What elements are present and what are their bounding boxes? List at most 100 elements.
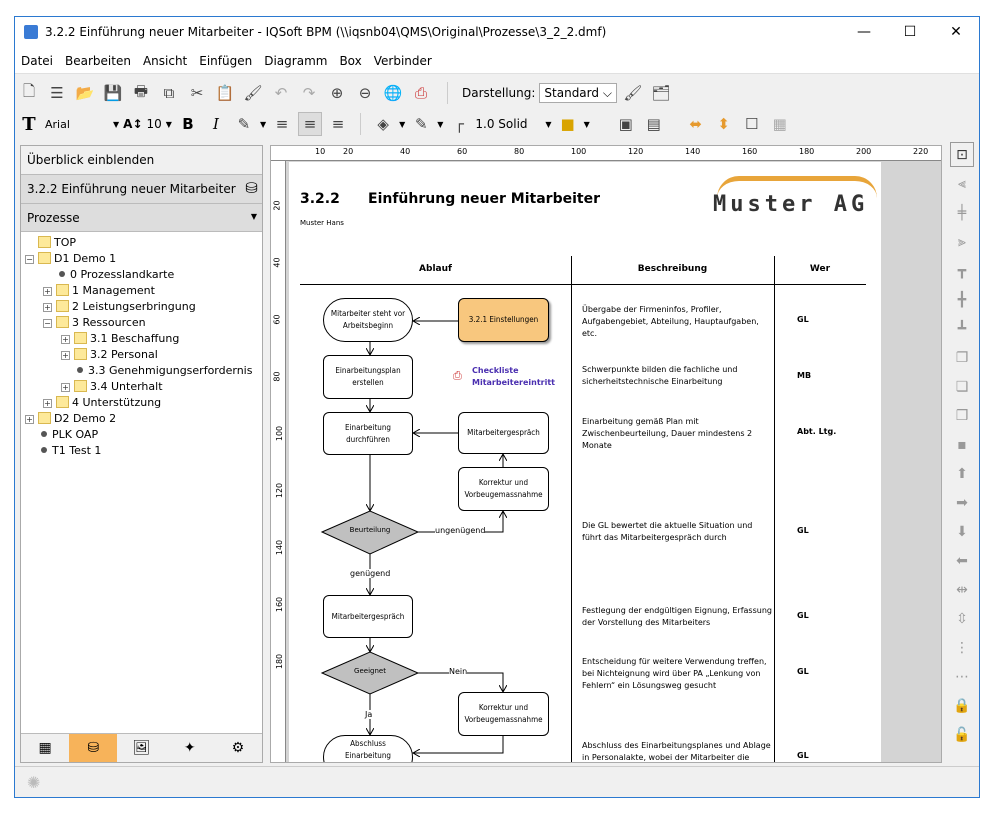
tab-modules-icon[interactable]: ▦ bbox=[21, 734, 69, 762]
fit-page-icon[interactable]: ⊡ bbox=[950, 142, 974, 167]
maximize-button[interactable]: ☐ bbox=[887, 17, 933, 48]
arrow-right-icon[interactable]: ➡ bbox=[950, 490, 974, 515]
expand-toggle[interactable]: + bbox=[25, 415, 34, 424]
expand-toggle[interactable]: + bbox=[61, 383, 70, 392]
brush-icon[interactable]: 🖌 bbox=[621, 81, 645, 105]
copy-icon[interactable]: ⧉ bbox=[157, 81, 181, 105]
list-icon[interactable]: ☰ bbox=[45, 81, 69, 105]
menu-einfuegen[interactable]: Einfügen bbox=[193, 48, 258, 74]
print-icon[interactable]: 🖶 bbox=[129, 81, 153, 105]
shadow-icon[interactable]: ■ bbox=[556, 112, 580, 136]
globe-icon[interactable]: 🌐 bbox=[381, 81, 405, 105]
distribute-horizontal-icon[interactable]: ⇹ bbox=[950, 577, 974, 602]
close-button[interactable]: ✕ bbox=[933, 17, 979, 48]
tree-item[interactable]: − D1 Demo 1 bbox=[25, 251, 258, 267]
send-back-icon[interactable]: ❏ bbox=[950, 374, 974, 399]
tab-database-icon[interactable]: ⛁ bbox=[69, 734, 118, 762]
menu-diagramm[interactable]: Diagramm bbox=[258, 48, 333, 74]
align-left-edge-icon[interactable]: ⫷ bbox=[950, 171, 974, 196]
expand-toggle[interactable]: + bbox=[61, 335, 70, 344]
category-dropdown[interactable]: Prozesse ▼ bbox=[21, 204, 262, 232]
cut-icon[interactable]: ✂ bbox=[185, 81, 209, 105]
minimize-button[interactable]: — bbox=[841, 17, 887, 48]
task-korrektur[interactable]: Korrektur und Vorbeugemassnahme bbox=[458, 467, 549, 511]
tab-sparkle-icon[interactable]: ✦ bbox=[166, 734, 214, 762]
tree-item[interactable]: TOP bbox=[25, 235, 258, 251]
fill-color-icon[interactable]: ◈ bbox=[371, 112, 395, 136]
tree-item[interactable]: +3.4 Unterhalt bbox=[25, 379, 258, 395]
open-folder-icon[interactable]: 📂 bbox=[73, 81, 97, 105]
task-korrektur-2[interactable]: Korrektur und Vorbeugemassnahme bbox=[458, 692, 549, 736]
end-event[interactable]: Abschluss Einarbeitung bbox=[323, 735, 413, 762]
expand-toggle[interactable]: + bbox=[61, 351, 70, 360]
align-top-icon[interactable]: ┳ bbox=[950, 258, 974, 283]
tree-item[interactable]: +2 Leistungserbringung bbox=[25, 299, 258, 315]
space-vertical-icon[interactable]: ⋮ bbox=[950, 635, 974, 660]
align-right-edge-icon[interactable]: ⫸ bbox=[950, 229, 974, 254]
database-sync-icon[interactable]: ⛁ bbox=[245, 179, 258, 197]
line-style-select[interactable]: 1.0 Solid bbox=[475, 117, 541, 131]
save-icon[interactable]: 💾 bbox=[101, 81, 125, 105]
tree-item[interactable]: +3.2 Personal bbox=[25, 347, 258, 363]
format-brush-icon[interactable]: 🖌 bbox=[241, 81, 265, 105]
menu-box[interactable]: Box bbox=[333, 48, 367, 74]
screenshot-icon[interactable]: ▤ bbox=[642, 112, 666, 136]
align-right-icon[interactable]: ≡ bbox=[326, 112, 350, 136]
arrow-left-icon[interactable]: ⬅ bbox=[950, 548, 974, 573]
new-icon[interactable]: 🗋 bbox=[17, 81, 41, 105]
arrow-up-icon[interactable]: ⬆ bbox=[950, 461, 974, 486]
tree-item[interactable]: 0 Prozesslandkarte bbox=[25, 267, 258, 283]
darstellung-select[interactable]: Standard ⌵ bbox=[539, 83, 617, 103]
font-size-select[interactable]: 10 bbox=[147, 117, 162, 131]
align-middle-icon[interactable]: ╋ bbox=[950, 287, 974, 312]
zoom-out-icon[interactable]: ⊖ bbox=[353, 81, 377, 105]
process-link-einstellungen[interactable]: 3.2.1 Einstellungen bbox=[458, 298, 549, 342]
arrow-down-icon[interactable]: ⬇ bbox=[950, 519, 974, 544]
unlock-icon[interactable]: 🔓 bbox=[950, 722, 974, 747]
layer-icon[interactable]: ▪ bbox=[950, 432, 974, 457]
checklist-link[interactable]: Checkliste Mitarbeitereintritt bbox=[472, 365, 562, 389]
line-color-icon[interactable]: ✎ bbox=[409, 112, 433, 136]
stack-icon[interactable]: ❒ bbox=[950, 403, 974, 428]
expand-toggle[interactable]: + bbox=[43, 303, 52, 312]
paste-icon[interactable]: 📋 bbox=[213, 81, 237, 105]
tab-image-icon[interactable]: 🖼 bbox=[117, 734, 165, 762]
redo-icon[interactable]: ↷ bbox=[297, 81, 321, 105]
image-folder-icon[interactable]: 🗂 bbox=[649, 81, 673, 105]
align-center-icon[interactable]: ≡ bbox=[298, 112, 323, 136]
diagram-canvas[interactable]: 10 20 40 60 80 100 120 140 160 180 200 220 20 40 60 80… bbox=[270, 145, 942, 763]
tab-settings-icon[interactable]: ⚙ bbox=[214, 734, 262, 762]
distribute-vertical-icon[interactable]: ⇳ bbox=[950, 606, 974, 631]
tree-item[interactable]: PLK OAP bbox=[25, 427, 258, 443]
start-event[interactable]: Mitarbeiter steht vor Arbeitsbeginn bbox=[323, 298, 413, 342]
bold-button[interactable]: B bbox=[176, 112, 200, 136]
image-icon[interactable]: ▣ bbox=[614, 112, 638, 136]
tree-item[interactable]: +4 Unterstützung bbox=[25, 395, 258, 411]
align-bottom-icon[interactable]: ┻ bbox=[950, 316, 974, 341]
tree-item[interactable]: T1 Test 1 bbox=[25, 443, 258, 459]
task-gespraech-final[interactable]: Mitarbeitergespräch bbox=[323, 595, 413, 638]
expand-toggle[interactable]: + bbox=[43, 287, 52, 296]
tree-item[interactable]: − 3 Ressourcen bbox=[25, 315, 258, 331]
italic-button[interactable]: I bbox=[204, 112, 228, 136]
expand-toggle[interactable]: − bbox=[43, 319, 52, 328]
expand-toggle[interactable]: − bbox=[25, 255, 34, 264]
align-center-icon[interactable]: ╪ bbox=[950, 200, 974, 225]
task-gespraech[interactable]: Mitarbeitergespräch bbox=[458, 412, 549, 454]
tree-item[interactable]: 3.3 Genehmigungserfordernis bbox=[25, 363, 258, 379]
space-horizontal-icon[interactable]: ⋯ bbox=[950, 664, 974, 689]
menu-datei[interactable]: Datei bbox=[15, 48, 59, 74]
text-color-icon[interactable]: ✎ bbox=[232, 112, 256, 136]
align-left-icon[interactable]: ≡ bbox=[270, 112, 294, 136]
horizontal-arrows-icon[interactable]: ⬌ bbox=[684, 112, 708, 136]
font-select[interactable]: Arial bbox=[45, 118, 109, 131]
group-icon[interactable]: ▦ bbox=[768, 112, 792, 136]
tree-item[interactable]: +3.1 Beschaffung bbox=[25, 331, 258, 347]
vertical-arrows-icon[interactable]: ⬍ bbox=[712, 112, 736, 136]
expand-toggle[interactable]: + bbox=[43, 399, 52, 408]
undo-icon[interactable]: ↶ bbox=[269, 81, 293, 105]
lock-icon[interactable]: 🔒 bbox=[950, 693, 974, 718]
overview-button[interactable]: Überblick einblenden bbox=[21, 146, 262, 175]
tree-item[interactable]: +1 Management bbox=[25, 283, 258, 299]
pdf-export-icon[interactable]: ⎙ bbox=[409, 81, 433, 105]
